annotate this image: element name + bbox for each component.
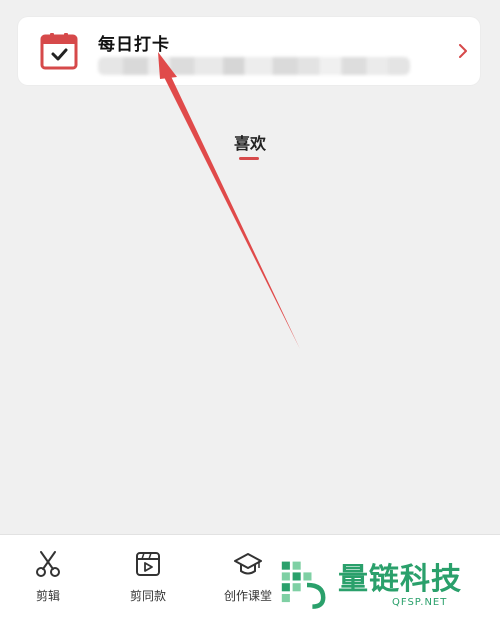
watermark-logo [281,561,326,609]
nav-item-edit[interactable]: 剪辑 [8,549,88,604]
watermark: 量链科技 QFSP.NET [278,548,500,617]
annotation-arrow [158,52,300,349]
card-title: 每日打卡 [98,35,170,55]
nav-item-class[interactable]: 创作课堂 [208,549,288,604]
watermark-text: 量链科技 [338,562,462,597]
blurred-subtitle [98,57,410,75]
calendar-check-icon [40,33,78,70]
nav-label-template: 剪同款 [129,589,166,603]
video-template-icon [136,552,160,576]
nav-label-class: 创作课堂 [223,589,272,603]
watermark-subtext: QFSP.NET [392,597,448,608]
tab-like[interactable]: 喜欢 [210,130,290,154]
daily-checkin-card[interactable]: 每日打卡 [18,17,480,85]
tab-active-indicator [239,157,259,160]
chevron-right-icon[interactable] [456,44,470,58]
nav-label-edit: 剪辑 [35,589,60,603]
graduation-cap-icon [234,553,262,575]
scissors-icon [36,551,60,577]
nav-item-template[interactable]: 剪同款 [108,549,188,604]
